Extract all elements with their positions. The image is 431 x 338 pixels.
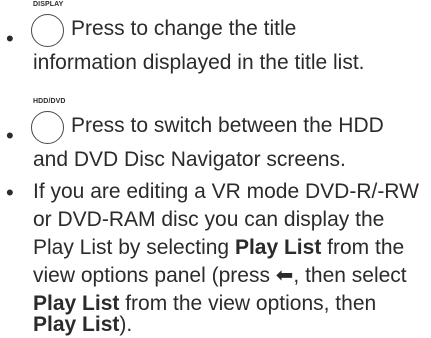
display-button-icon bbox=[31, 14, 64, 47]
item3-line5-post: from the view options, then bbox=[119, 292, 377, 315]
play-list-term: Play List bbox=[234, 236, 322, 259]
bullet: • bbox=[6, 26, 14, 51]
item3-text-line6: Play List). bbox=[33, 312, 132, 338]
left-arrow-icon: ⬅ bbox=[275, 264, 294, 287]
item3-line3-pre: Play List by selecting bbox=[33, 236, 235, 259]
bullet: • bbox=[6, 123, 14, 148]
hdd-dvd-button-icon bbox=[31, 111, 64, 144]
item3-text-line1: If you are editing a VR mode DVD-R/-RW bbox=[33, 180, 419, 203]
item3-text-line2: or DVD-RAM disc you can display the bbox=[33, 208, 385, 231]
item3-line4-pre: view options panel (press bbox=[33, 264, 276, 287]
bullet: • bbox=[6, 180, 14, 205]
item2-text-line1: Press to switch between the HDD bbox=[71, 114, 384, 137]
item1-text-line1: Press to change the title bbox=[71, 17, 297, 40]
hdd-dvd-button-label: HDD/DVD bbox=[33, 98, 66, 105]
document-page: DISPLAY • Press to change the title info… bbox=[0, 0, 431, 338]
item3-text-line4: view options panel (press ⬅, then select bbox=[33, 263, 407, 289]
item2-text-line2: and DVD Disc Navigator screens. bbox=[33, 148, 346, 171]
item3-text-line3: Play List by selecting Play List from th… bbox=[33, 235, 404, 261]
item3-line3-post: from the bbox=[321, 236, 405, 259]
display-button-label: DISPLAY bbox=[33, 1, 64, 8]
play-list-term: Play List bbox=[33, 313, 120, 336]
item3-line4-post: , then select bbox=[293, 264, 407, 287]
item1-text-line2: information displayed in the title list. bbox=[33, 51, 365, 74]
item3-line6-post: ). bbox=[119, 313, 133, 336]
